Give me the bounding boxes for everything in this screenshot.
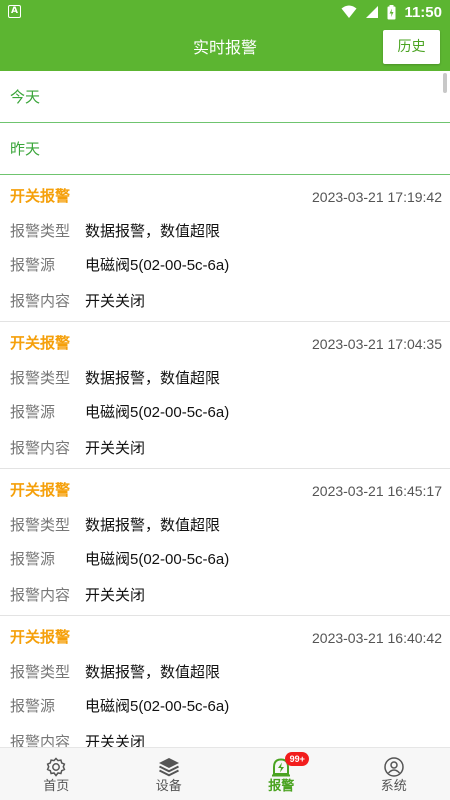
alarm-category-label: 报警类型 (10, 664, 71, 681)
alarm-type: 开关报警 (10, 482, 71, 499)
alarm-category-value: 数据报警，数值超限 (85, 517, 221, 534)
alarm-source-value: 电磁阀5(02-00-5c-6a) (85, 404, 230, 421)
scrollbar[interactable] (443, 73, 447, 93)
nav-label-home: 首页 (43, 779, 70, 794)
alarm-item[interactable]: 开关报警 2023-03-21 17:04:35 报警类型 数据报警，数值超限 报警… (0, 322, 450, 469)
nav-label-system: 系统 (380, 779, 407, 794)
alarm-category-value: 数据报警，数值超限 (85, 223, 221, 240)
user-circle-icon (384, 757, 404, 777)
gear-icon (46, 757, 66, 777)
alarm-source-label: 报警源 (10, 551, 56, 568)
alarm-content-label: 报警内容 (10, 293, 71, 310)
alarm-source-value: 电磁阀5(02-00-5c-6a) (85, 698, 230, 715)
alarm-time: 2023-03-21 16:45:17 (312, 483, 442, 499)
alarm-content-label: 报警内容 (10, 734, 71, 747)
day-group-yesterday[interactable]: 昨天 (0, 123, 450, 175)
alarm-content-value: 开关关闭 (85, 440, 146, 457)
alarm-count-badge: 99+ (285, 752, 310, 766)
nav-label-devices: 设备 (155, 779, 182, 794)
alarm-item[interactable]: 开关报警 2023-03-21 16:45:17 报警类型 数据报警，数值超限 报警… (0, 469, 450, 616)
notification-a-icon: A (8, 5, 21, 18)
history-button[interactable]: 历史 (383, 30, 440, 64)
alarm-source-value: 电磁阀5(02-00-5c-6a) (85, 551, 230, 568)
alarm-category-label: 报警类型 (10, 223, 71, 240)
alarm-list[interactable]: 今天 昨天 开关报警 2023-03-21 17:19:42 报警类型 数据报警，数… (0, 71, 450, 747)
wifi-icon (341, 5, 357, 18)
alarm-category-value: 数据报警，数值超限 (85, 370, 221, 387)
clock: 11:50 (404, 3, 442, 21)
alarm-source-value: 电磁阀5(02-00-5c-6a) (85, 257, 230, 274)
alarm-source-label: 报警源 (10, 698, 56, 715)
layers-icon (158, 758, 179, 777)
alarm-category-label: 报警类型 (10, 517, 71, 534)
alarm-type: 开关报警 (10, 335, 71, 352)
nav-item-home[interactable]: 首页 (0, 748, 113, 800)
alarm-time: 2023-03-21 16:40:42 (312, 630, 442, 646)
alarm-content-value: 开关关闭 (85, 587, 146, 604)
status-bar: A 11:50 (0, 0, 450, 24)
nav-item-system[interactable]: 系统 (338, 748, 450, 800)
alarm-time: 2023-03-21 17:04:35 (312, 336, 442, 352)
alarm-item[interactable]: 开关报警 2023-03-21 16:40:42 报警类型 数据报警，数值超限 报警… (0, 616, 450, 747)
bottom-navigation: 首页 设备 99+ 报警 系统 (0, 747, 450, 800)
alarm-item[interactable]: 开关报警 2023-03-21 17:19:42 报警类型 数据报警，数值超限 报警… (0, 175, 450, 322)
app-bar: 实时报警 历史 (0, 24, 450, 71)
nav-label-alarms: 报警 (268, 779, 295, 794)
alarm-content-value: 开关关闭 (85, 734, 146, 747)
signal-icon (366, 6, 379, 18)
alarm-content-label: 报警内容 (10, 440, 71, 457)
battery-icon (387, 4, 396, 19)
alarm-content-value: 开关关闭 (85, 293, 146, 310)
alarm-category-label: 报警类型 (10, 370, 71, 387)
day-group-today[interactable]: 今天 (0, 71, 450, 123)
alarm-time: 2023-03-21 17:19:42 (312, 189, 442, 205)
alarm-type: 开关报警 (10, 188, 71, 205)
status-icons: 11:50 (341, 2, 442, 22)
alarm-content-label: 报警内容 (10, 587, 71, 604)
alarm-source-label: 报警源 (10, 257, 56, 274)
alarm-category-value: 数据报警，数值超限 (85, 664, 221, 681)
alarm-source-label: 报警源 (10, 404, 56, 421)
alarm-type: 开关报警 (10, 629, 71, 646)
nav-item-devices[interactable]: 设备 (113, 748, 226, 800)
nav-item-alarms[interactable]: 99+ 报警 (225, 748, 338, 800)
